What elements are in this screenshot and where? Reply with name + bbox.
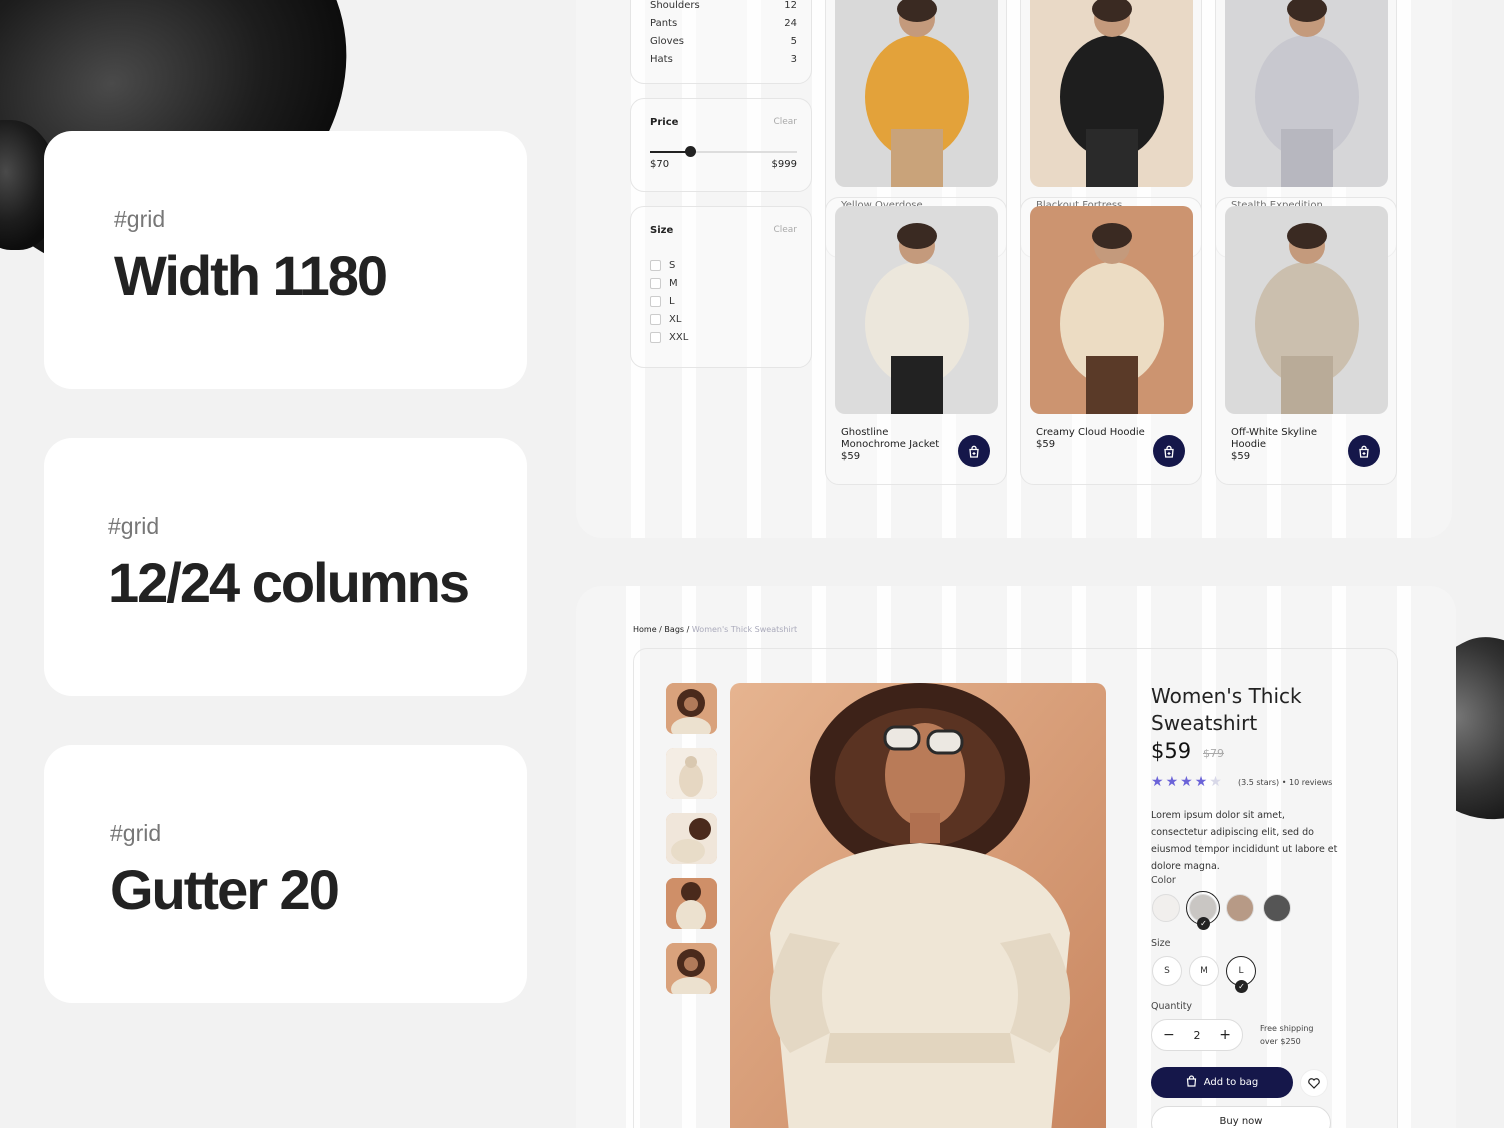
card-headline: Gutter 20 [110,858,340,921]
card-tag: #grid [108,513,160,539]
category-filter: Shoulders 12 Pants 24 Gloves 5 Hats 3 [630,0,812,84]
product-title: Women's Thick Sweatshirt [1151,684,1302,735]
product-image[interactable] [1225,206,1388,414]
card-tag: #grid [114,206,166,232]
product-image[interactable] [1030,206,1193,414]
product-card[interactable]: Creamy Cloud Hoodie $59 [1020,197,1202,485]
quantity-increase-button[interactable]: + [1219,1027,1231,1043]
product-thumbnail[interactable] [666,683,717,734]
price-filter: Price Clear $70 $999 [630,98,812,192]
price-slider-track[interactable] [650,146,797,157]
star-icon: ★ [1194,774,1208,790]
shipping-note: Free shipping over $250 [1260,1024,1314,1046]
bag-icon [1163,445,1175,458]
buy-now-label: Buy now [1219,1116,1263,1127]
price-min: $70 [650,159,670,170]
color-swatch[interactable] [1263,894,1291,922]
product-name: Creamy Cloud Hoodie [1036,427,1145,438]
product-info: Off-White Skyline Hoodie $59 [1231,427,1341,463]
bag-icon [968,445,980,458]
size-checkbox-xxl[interactable]: XXL [650,332,688,343]
product-main-image [730,683,1106,1128]
card-tag: #grid [110,820,162,846]
category-row[interactable]: Gloves 5 [650,36,797,47]
quantity-value[interactable]: 2 [1194,1029,1201,1042]
rating-text: (3.5 stars) • 10 reviews [1238,778,1333,787]
product-price: $59 [841,451,861,462]
product-info: Creamy Cloud Hoodie $59 [1036,427,1146,451]
product-price: $59 [1231,451,1251,462]
info-card-gutter: #grid Gutter 20 [44,745,527,1003]
star-icon: ★ [1180,774,1193,790]
color-label: Color [1151,875,1176,886]
add-to-bag-button[interactable] [958,435,990,467]
size-filter: Size Clear S M L XL XXL [630,206,812,368]
add-to-bag-button[interactable] [1348,435,1380,467]
product-image[interactable] [1225,0,1388,187]
quantity-label: Quantity [1151,1001,1193,1012]
color-swatch[interactable] [1152,894,1180,922]
breadcrumb: Home / Bags / Women's Thick Sweatshirt [633,625,798,634]
category-row[interactable]: Shoulders 12 [650,0,797,11]
check-icon: ✓ [1197,917,1210,930]
price-slider-fill [650,151,691,153]
size-option-s[interactable]: S [1152,956,1182,986]
product-thumbnail[interactable] [666,813,717,864]
add-to-bag-label: Add to bag [1203,1077,1259,1088]
category-row[interactable]: Hats 3 [650,54,797,65]
card-headline: 12/24 columns [108,551,470,614]
breadcrumb-current: Women's Thick Sweatshirt [691,625,798,634]
product-price: $59 [1036,439,1056,450]
size-checkbox-xl[interactable]: XL [650,314,681,325]
quantity-stepper: − 2 + [1151,1019,1243,1051]
color-swatch[interactable] [1226,894,1254,922]
product-old-price: $79 [1203,747,1224,760]
price-max: $999 [771,159,797,170]
size-option-m[interactable]: M [1189,956,1219,986]
price-clear-button[interactable]: Clear [773,117,797,127]
price-slider-handle[interactable] [685,146,697,157]
product-image[interactable] [1030,0,1193,187]
add-to-bag-button[interactable] [1153,435,1185,467]
heart-icon [1308,1074,1320,1093]
product-info: Ghostline Monochrome Jacket $59 [841,427,951,463]
wishlist-button[interactable] [1300,1069,1328,1097]
add-to-bag-button[interactable]: Add to bag [1151,1067,1293,1098]
product-card[interactable]: Ghostline Monochrome Jacket $59 [825,197,1007,485]
check-icon: ✓ [1235,980,1248,993]
product-image[interactable] [835,0,998,187]
breadcrumb-home[interactable]: Home [633,625,657,634]
size-checkbox-m[interactable]: M [650,278,678,289]
size-checkbox-s[interactable]: S [650,260,675,271]
product-card[interactable]: Off-White Skyline Hoodie $59 [1215,197,1397,485]
breadcrumb-bags[interactable]: Bags [664,625,684,634]
size-clear-button[interactable]: Clear [773,225,797,235]
product-name: Ghostline Monochrome Jacket [841,427,940,450]
category-row[interactable]: Pants 24 [650,18,797,29]
product-price: $59 [1151,739,1192,763]
product-thumbnail[interactable] [666,748,717,799]
price-filter-title: Price [650,117,679,128]
info-card-width: #grid Width 1180 [44,131,527,389]
quantity-decrease-button[interactable]: − [1163,1027,1175,1043]
info-card-columns: #grid 12/24 columns [44,438,527,696]
bag-icon [1186,1075,1197,1090]
product-image[interactable] [835,206,998,414]
product-thumbnail[interactable] [666,943,717,994]
card-headline: Width 1180 [114,244,388,307]
star-icon: ★ [1151,774,1164,790]
buy-now-button[interactable]: Buy now [1151,1106,1331,1128]
star-icon: ★ [1209,774,1222,790]
size-checkbox-l[interactable]: L [650,296,675,307]
product-name: Off-White Skyline Hoodie [1231,427,1317,450]
product-thumbnail[interactable] [666,878,717,929]
star-icon: ★ [1165,774,1179,790]
size-label: Size [1151,938,1171,949]
rating-stars: ★ ★ ★ ★ ★ [1151,774,1222,790]
size-filter-title: Size [650,225,674,236]
product-description: Lorem ipsum dolor sit amet, consectetur … [1151,810,1338,872]
bag-icon [1358,445,1370,458]
